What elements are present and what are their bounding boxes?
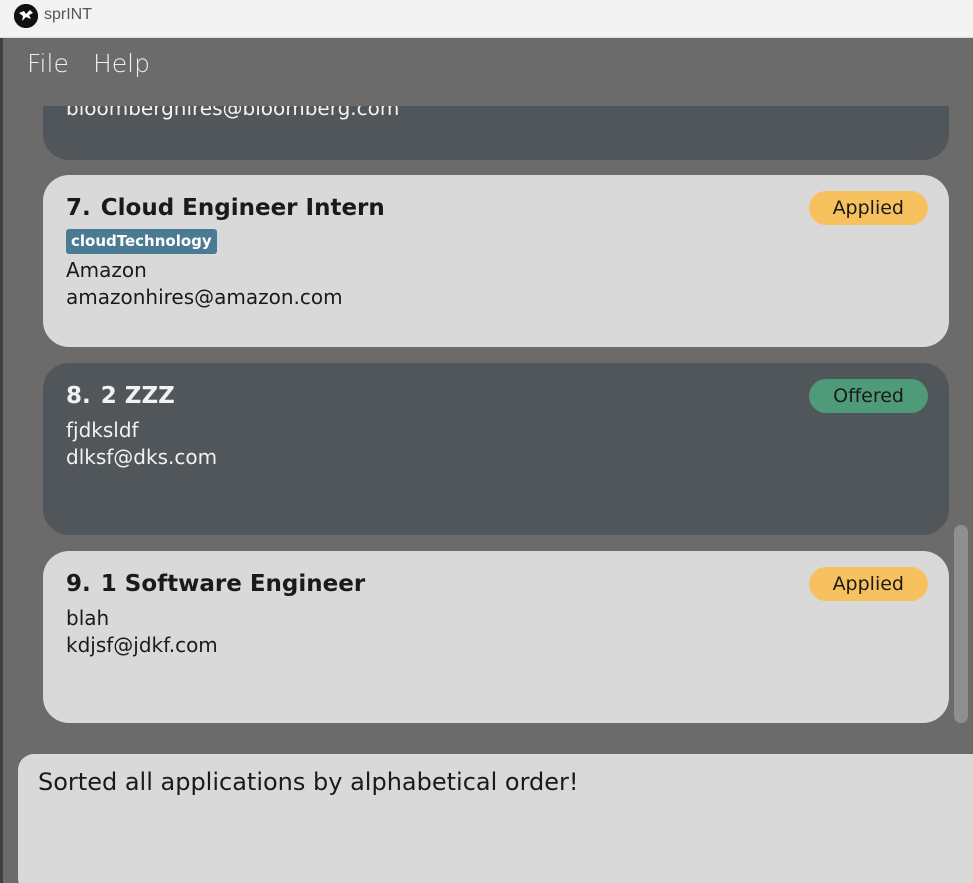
menu-bar: File Help [3, 38, 973, 106]
application-card[interactable]: 9. 1 Software Engineer blah kdjsf@jdkf.co… [43, 551, 949, 723]
application-email: amazonhires@amazon.com [66, 285, 343, 309]
application-role: Cloud Engineer Intern [100, 195, 385, 221]
app-window: sprINT File Help bloomberghires@bloomber… [0, 0, 973, 883]
sprint-logo-icon [14, 4, 38, 28]
application-role: 2 ZZZ [100, 383, 175, 409]
application-email: bloomberghires@bloomberg.com [66, 106, 400, 120]
list-scrollbar[interactable] [954, 525, 968, 723]
result-message: Sorted all applications by alphabetical … [38, 768, 579, 796]
application-title: 9. 1 Software Engineer [66, 571, 365, 597]
status-badge: Offered [809, 379, 928, 413]
application-card[interactable]: bloomberghires@bloomberg.com [43, 106, 949, 160]
status-badge: Applied [808, 191, 928, 225]
title-bar: sprINT [0, 0, 973, 38]
application-title: 8. 2 ZZZ [66, 383, 175, 409]
application-email: kdjsf@jdkf.com [66, 633, 218, 657]
application-company: blah [66, 606, 110, 630]
application-index: 8. [66, 383, 91, 409]
application-company: Amazon [66, 258, 147, 282]
application-tag: cloudTechnology [66, 229, 217, 254]
application-company: fjdksldf [66, 418, 139, 442]
application-list[interactable]: bloomberghires@bloomberg.com 7. Cloud Eng… [3, 106, 973, 744]
result-display: Sorted all applications by alphabetical … [18, 754, 973, 883]
application-index: 7. [66, 195, 91, 221]
application-role: 1 Software Engineer [100, 571, 366, 597]
status-badge: Applied [808, 567, 928, 601]
window-title: sprINT [44, 6, 92, 23]
application-title: 7. Cloud Engineer Intern [66, 195, 385, 221]
menu-help[interactable]: Help [93, 49, 150, 78]
application-email: dlksf@dks.com [66, 445, 218, 469]
application-card[interactable]: 8. 2 ZZZ fjdksldf dlksf@dks.com Offered [43, 363, 949, 535]
application-card[interactable]: 7. Cloud Engineer Intern cloudTechnology … [43, 175, 949, 347]
menu-file[interactable]: File [27, 49, 69, 78]
application-index: 9. [66, 571, 91, 597]
